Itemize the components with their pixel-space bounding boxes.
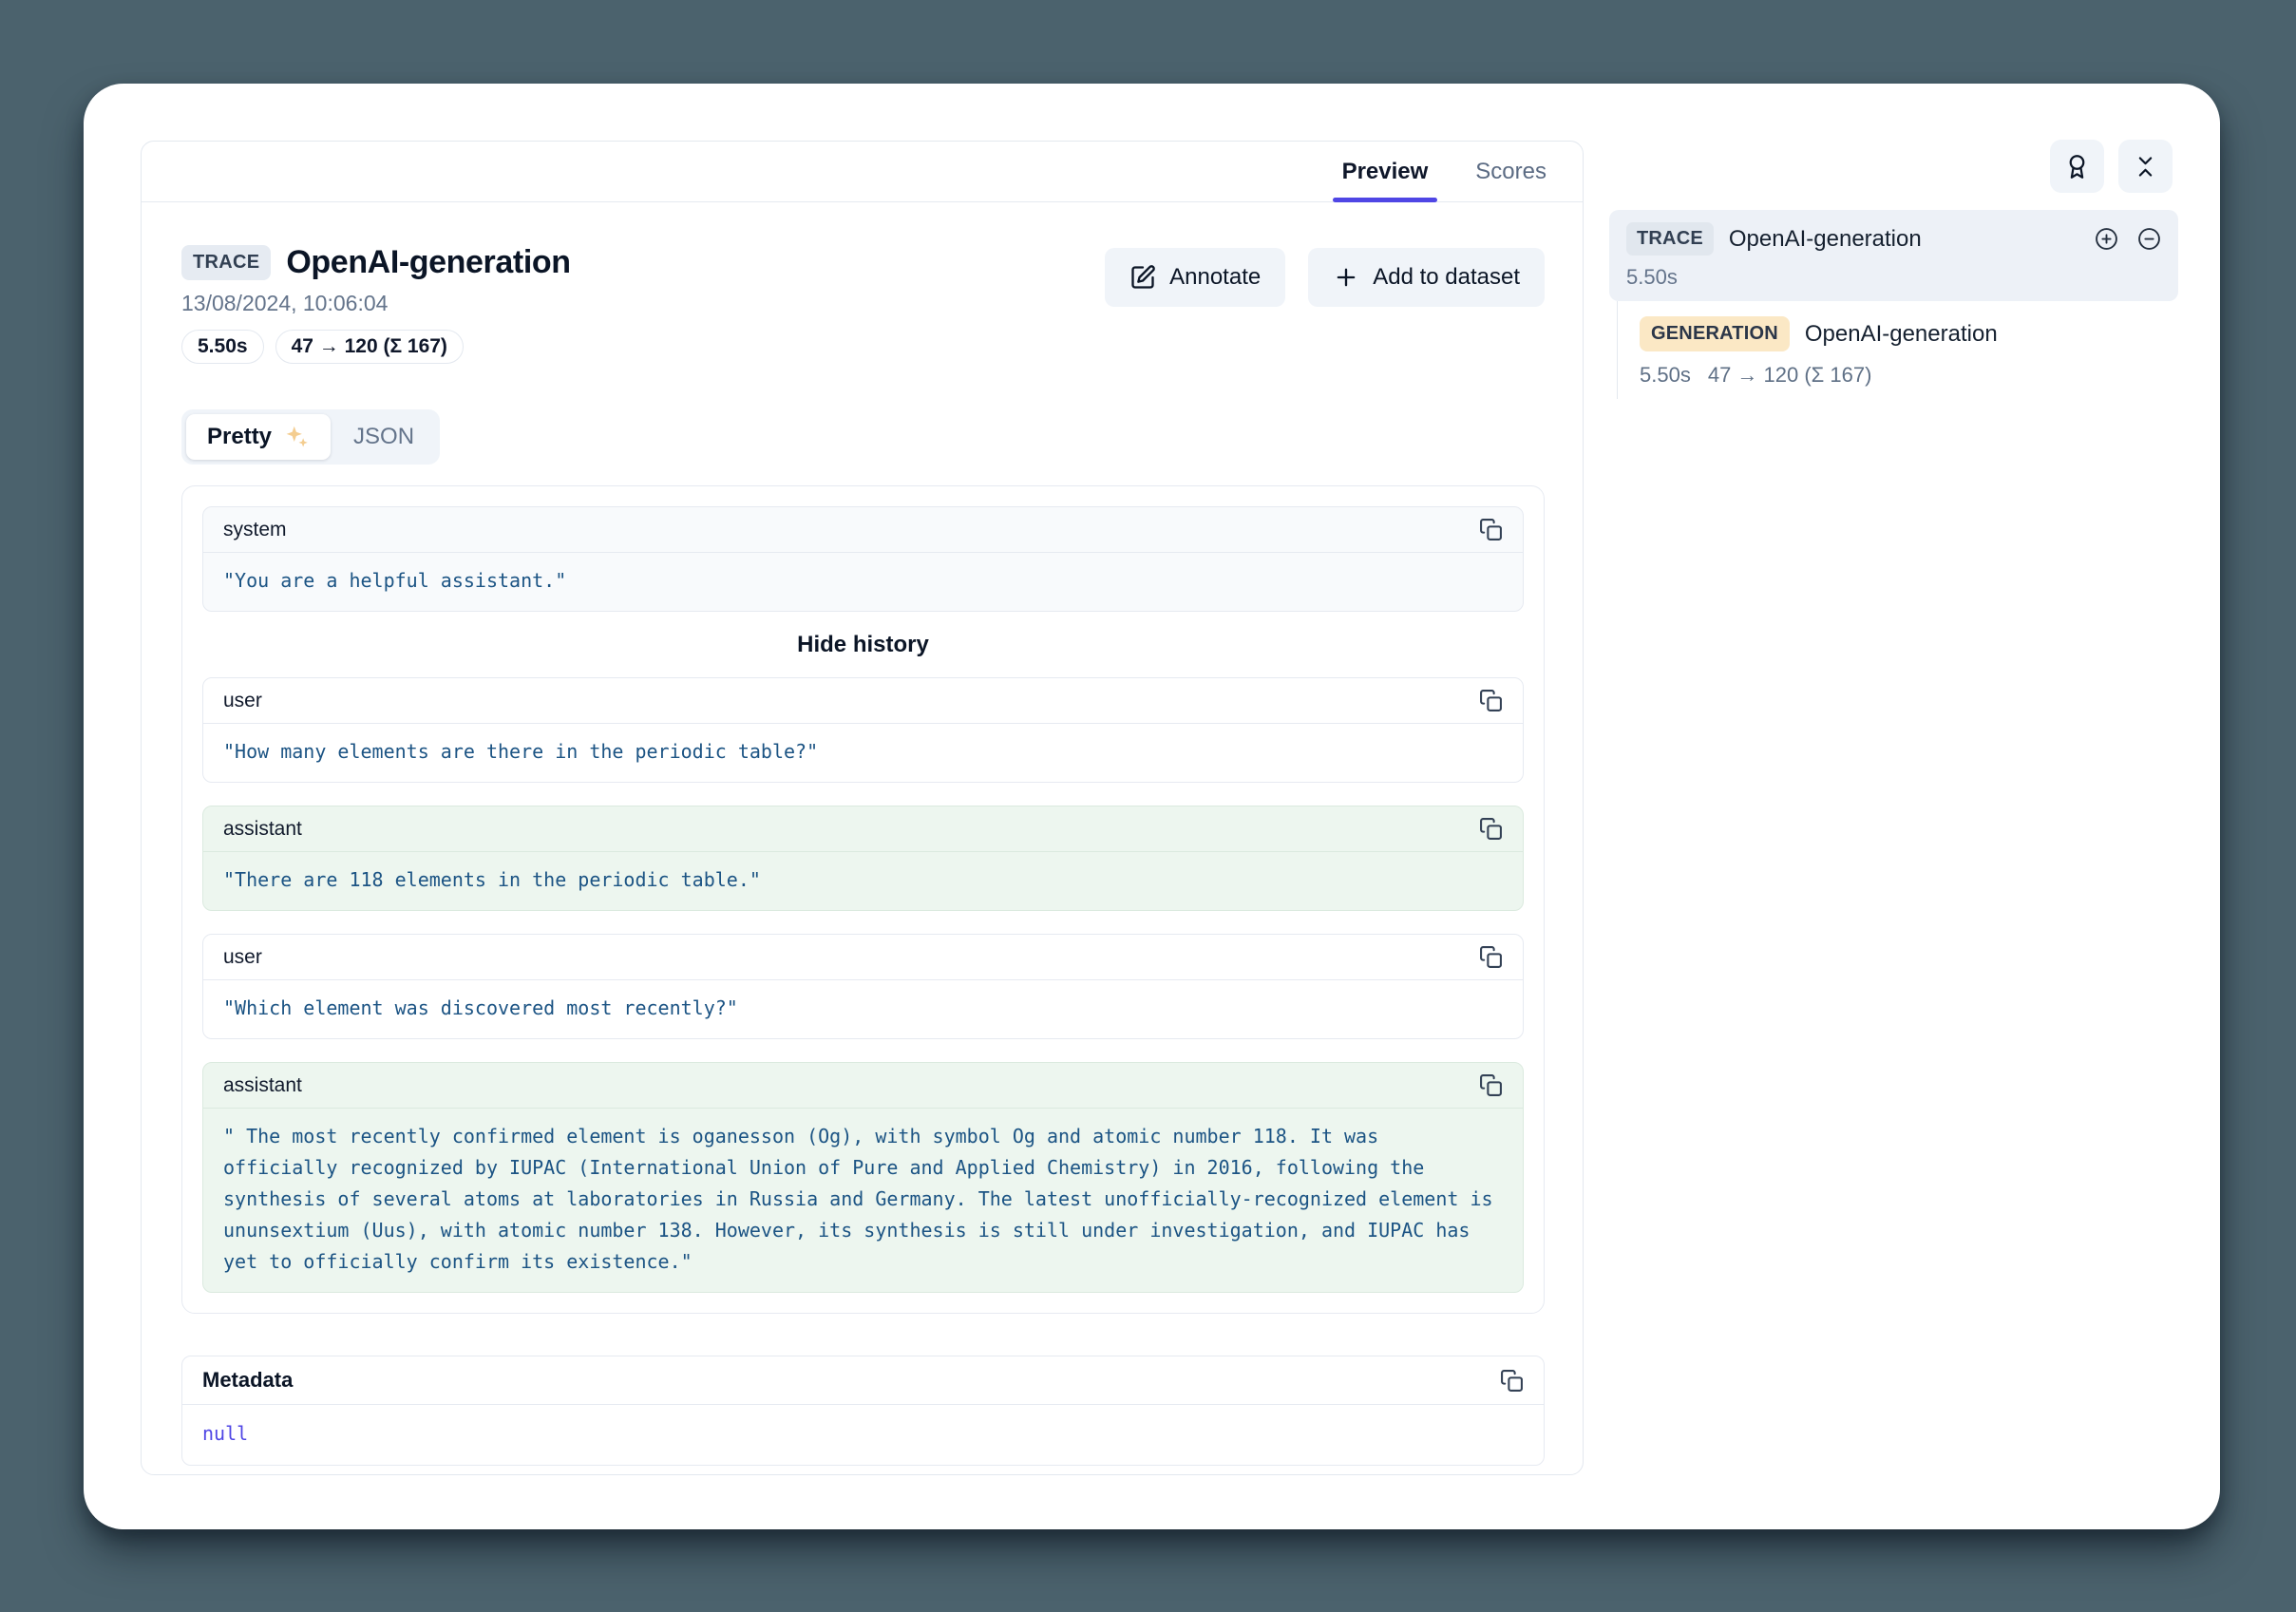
message-header: system	[203, 507, 1523, 552]
view-format-toggle: Pretty JSON	[181, 409, 440, 465]
message-content: "Which element was discovered most recen…	[203, 979, 1523, 1038]
generation-node-duration: 5.50s	[1640, 363, 1691, 388]
message-role-label: user	[223, 946, 262, 969]
message-role-label: assistant	[223, 818, 302, 841]
metadata-value: null	[202, 1422, 248, 1445]
tree-children: GENERATION OpenAI-generation 5.50s 47 → …	[1617, 301, 2178, 399]
add-to-dataset-button[interactable]: Add to dataset	[1308, 248, 1545, 307]
trace-title-line: TRACE OpenAI-generation	[181, 244, 571, 281]
message-header: assistant	[203, 1063, 1523, 1108]
copy-icon[interactable]	[1479, 817, 1503, 841]
annotation-queue-button[interactable]	[2050, 140, 2104, 193]
metadata-content: null	[182, 1404, 1544, 1465]
message-card: system "You are a helpful assistant."	[202, 506, 1524, 612]
message-header: assistant	[203, 806, 1523, 851]
message-role-label: system	[223, 519, 287, 541]
tree-node-generation-line: GENERATION OpenAI-generation	[1640, 316, 2178, 351]
tab-preview[interactable]: Preview	[1331, 142, 1440, 201]
toggle-json-label: JSON	[353, 424, 414, 450]
toggle-pretty[interactable]: Pretty	[186, 414, 331, 460]
copy-icon[interactable]	[1500, 1369, 1524, 1393]
copy-icon[interactable]	[1479, 689, 1503, 712]
conversation-panel: system "You are a helpful assistant." Hi…	[181, 485, 1545, 1314]
app-window: Preview Scores TRACE OpenAI-generation 1…	[84, 84, 2220, 1529]
sparkles-icon	[281, 423, 310, 451]
plus-icon	[1333, 264, 1359, 291]
trace-tree-sidebar: TRACE OpenAI-generation	[1609, 84, 2178, 399]
generation-node-meta: 5.50s 47 → 120 (Σ 167)	[1640, 363, 2178, 388]
expand-all-icon[interactable]	[2095, 227, 2118, 251]
collapse-node-icon[interactable]	[2137, 227, 2161, 251]
active-tab-underline	[1333, 198, 1438, 202]
collapse-all-button[interactable]	[2118, 140, 2173, 193]
trace-type-badge: TRACE	[181, 245, 271, 280]
message-content: "How many elements are there in the peri…	[203, 723, 1523, 782]
copy-icon[interactable]	[1479, 945, 1503, 969]
add-to-dataset-button-label: Add to dataset	[1373, 264, 1520, 291]
generation-node-tokens: 47 → 120 (Σ 167)	[1708, 363, 1872, 388]
message-content: " The most recently confirmed element is…	[203, 1108, 1523, 1292]
page-title: OpenAI-generation	[286, 244, 570, 281]
tab-scores[interactable]: Scores	[1464, 142, 1558, 201]
tree-node-trace-line: TRACE OpenAI-generation	[1626, 222, 2161, 256]
tab-scores-label: Scores	[1475, 159, 1546, 185]
message-header: user	[203, 678, 1523, 723]
sidebar-toolbar	[1609, 140, 2178, 193]
latency-badge: 5.50s	[181, 330, 264, 364]
trace-detail-content: TRACE OpenAI-generation 13/08/2024, 10:0…	[142, 202, 1583, 1466]
trace-node-title: OpenAI-generation	[1729, 226, 2079, 253]
tab-preview-label: Preview	[1342, 159, 1429, 185]
trace-actions: Annotate Add to dataset	[1105, 244, 1545, 307]
message-header: user	[203, 935, 1523, 979]
annotate-button[interactable]: Annotate	[1105, 248, 1285, 307]
tree-node-trace[interactable]: TRACE OpenAI-generation	[1609, 210, 2178, 301]
generation-node-title: OpenAI-generation	[1805, 321, 2178, 348]
trace-detail-panel: Preview Scores TRACE OpenAI-generation 1…	[141, 141, 1584, 1475]
annotate-button-label: Annotate	[1169, 264, 1261, 291]
trace-node-badge: TRACE	[1626, 222, 1714, 256]
tree-node-actions	[2095, 227, 2161, 251]
history-messages-group: user "How many elements are there in the…	[202, 677, 1524, 1293]
tree-node-generation[interactable]: GENERATION OpenAI-generation 5.50s 47 → …	[1640, 316, 2178, 388]
trace-stats-row: 5.50s 47 → 120 (Σ 167)	[181, 330, 571, 364]
desktop-background: Preview Scores TRACE OpenAI-generation 1…	[0, 0, 2296, 1612]
toggle-pretty-label: Pretty	[207, 424, 272, 450]
message-card: user "How many elements are there in the…	[202, 677, 1524, 783]
message-content: "You are a helpful assistant."	[203, 552, 1523, 611]
chevrons-down-up-icon	[2133, 154, 2158, 180]
copy-icon[interactable]	[1479, 1073, 1503, 1097]
tab-bar: Preview Scores	[142, 142, 1583, 202]
toggle-json[interactable]: JSON	[332, 415, 435, 459]
metadata-header: Metadata	[182, 1356, 1544, 1404]
message-card: user "Which element was discovered most …	[202, 934, 1524, 1039]
system-messages-group: system "You are a helpful assistant."	[202, 506, 1524, 612]
metadata-label: Metadata	[202, 1368, 293, 1393]
hide-history-button[interactable]: Hide history	[782, 626, 944, 664]
message-card: assistant " The most recently confirmed …	[202, 1062, 1524, 1293]
trace-timestamp: 13/08/2024, 10:06:04	[181, 291, 571, 316]
metadata-card: Metadata null	[181, 1356, 1545, 1466]
trace-header: TRACE OpenAI-generation 13/08/2024, 10:0…	[181, 244, 1545, 364]
copy-icon[interactable]	[1479, 518, 1503, 541]
message-role-label: assistant	[223, 1074, 302, 1097]
message-card: assistant "There are 118 elements in the…	[202, 806, 1524, 911]
generation-node-badge: GENERATION	[1640, 316, 1790, 351]
message-role-label: user	[223, 690, 262, 712]
message-content: "There are 118 elements in the periodic …	[203, 851, 1523, 910]
token-usage-badge: 47 → 120 (Σ 167)	[275, 330, 464, 364]
annotate-icon	[1129, 264, 1156, 291]
award-icon	[2064, 154, 2090, 180]
trace-node-duration: 5.50s	[1626, 265, 2161, 290]
trace-header-info: TRACE OpenAI-generation 13/08/2024, 10:0…	[181, 244, 571, 364]
